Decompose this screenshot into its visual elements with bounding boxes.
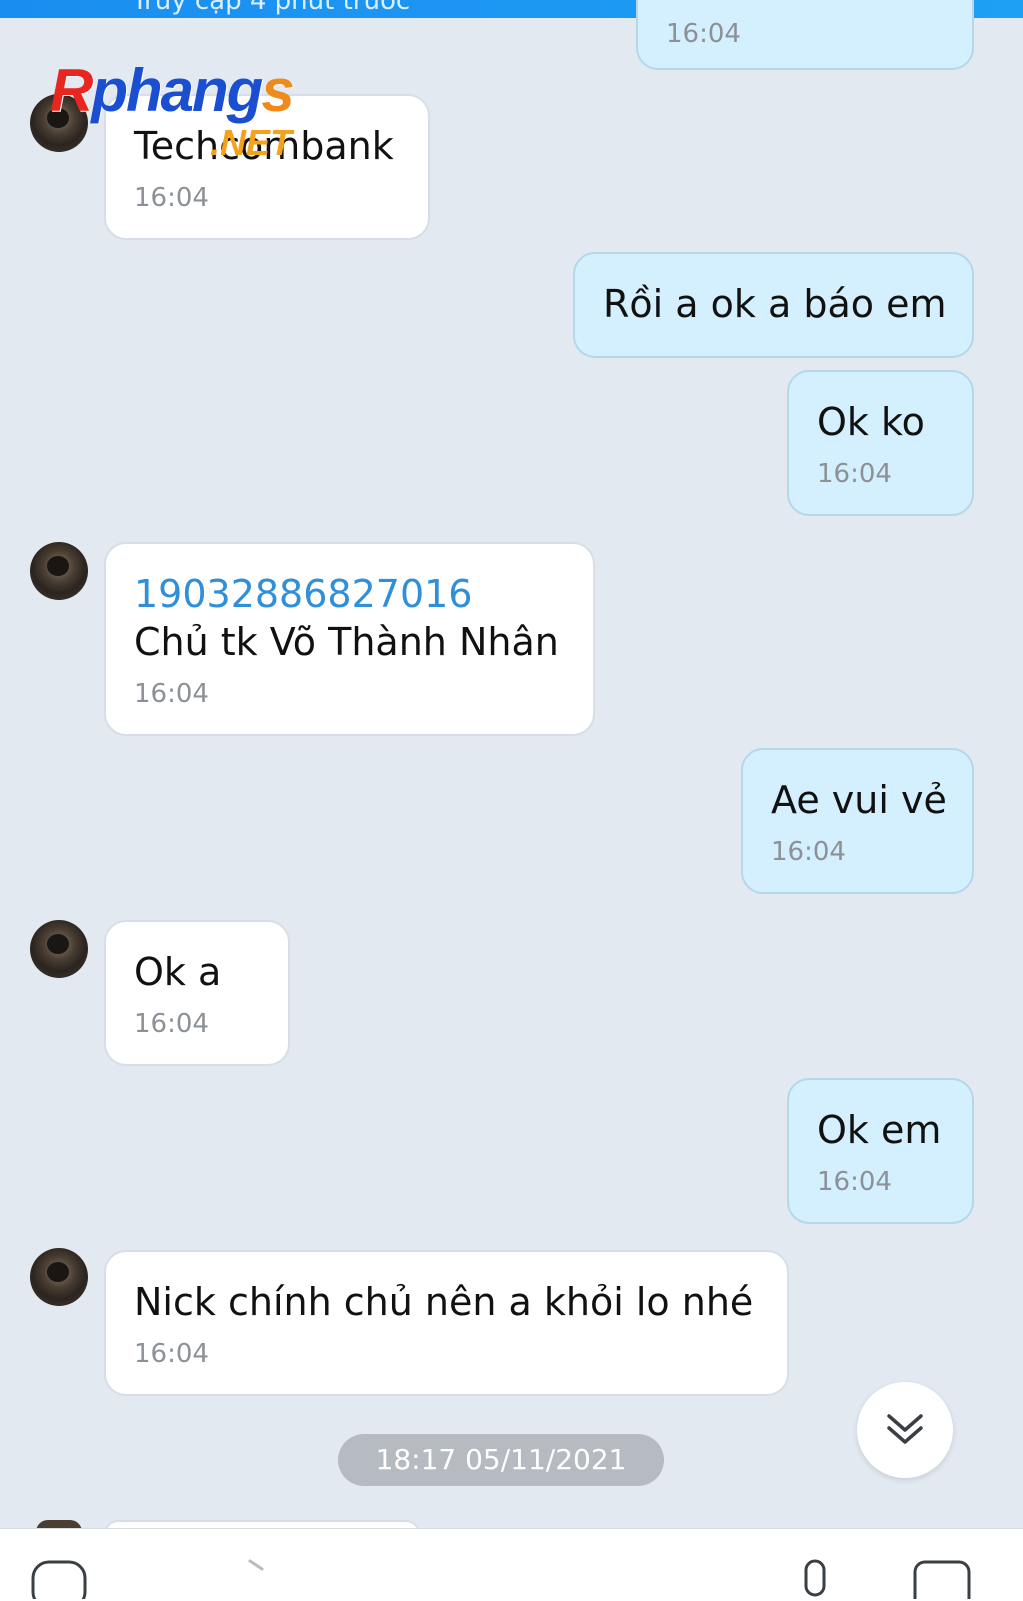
message-text: Nick chính chủ nên a khỏi lo nhé [134,1280,754,1324]
message-text: Ae vui vẻ [771,778,947,822]
mic-icon[interactable] [800,1559,830,1599]
message-time: 16:04 [666,19,741,49]
message-bubble-incoming[interactable]: Nick chính chủ nên a khỏi lo nhé 16:04 [104,1250,789,1396]
message-bubble-outgoing[interactable]: Ok em 16:04 [787,1078,974,1224]
message-text: Ok a [134,950,222,994]
message-time: 16:04 [134,1339,209,1369]
message-bubble-outgoing[interactable]: Ae vui vẻ 16:04 [741,748,974,894]
message-time: 16:04 [134,183,209,213]
avatar[interactable] [30,920,88,978]
watermark-main-text: Rphangs [50,57,295,124]
message-time: 16:04 [771,837,846,867]
date-separator: 18:17 05/11/2021 [338,1434,664,1486]
watermark-logo: Rphangs .NET [50,56,360,166]
message-text: Chủ tk Võ Thành Nhân [134,620,559,664]
message-time: 16:04 [134,679,209,709]
message-time: 16:04 [817,459,892,489]
watermark-sub-text: .NET [210,122,293,163]
message-text: Ok em [817,1108,942,1152]
account-number-link[interactable]: 19032886827016 [134,570,565,618]
message-text: Rồi a ok a báo em [603,282,947,326]
avatar[interactable] [30,1248,88,1306]
message-bubble-outgoing[interactable]: Rồi a ok a báo em [573,252,974,358]
avatar[interactable] [30,542,88,600]
text-cursor-icon [248,1559,264,1571]
scroll-to-bottom-button[interactable] [857,1382,953,1478]
message-bubble-outgoing[interactable]: 16:04 [636,0,974,70]
message-bubble-incoming[interactable]: Ok a 16:04 [104,920,290,1066]
image-icon[interactable] [912,1559,972,1599]
double-chevron-down-icon [887,1414,923,1444]
message-time: 16:04 [134,1009,209,1039]
message-bubble-outgoing[interactable]: Ok ko 16:04 [787,370,974,516]
message-time: 16:04 [817,1167,892,1197]
last-seen-text: Truy cập 4 phút trước [132,0,411,16]
chat-input-bar [0,1528,1023,1601]
message-text: Ok ko [817,400,925,444]
message-bubble-incoming[interactable]: 19032886827016 Chủ tk Võ Thành Nhân 16:0… [104,542,595,736]
sticker-icon[interactable] [30,1559,90,1599]
